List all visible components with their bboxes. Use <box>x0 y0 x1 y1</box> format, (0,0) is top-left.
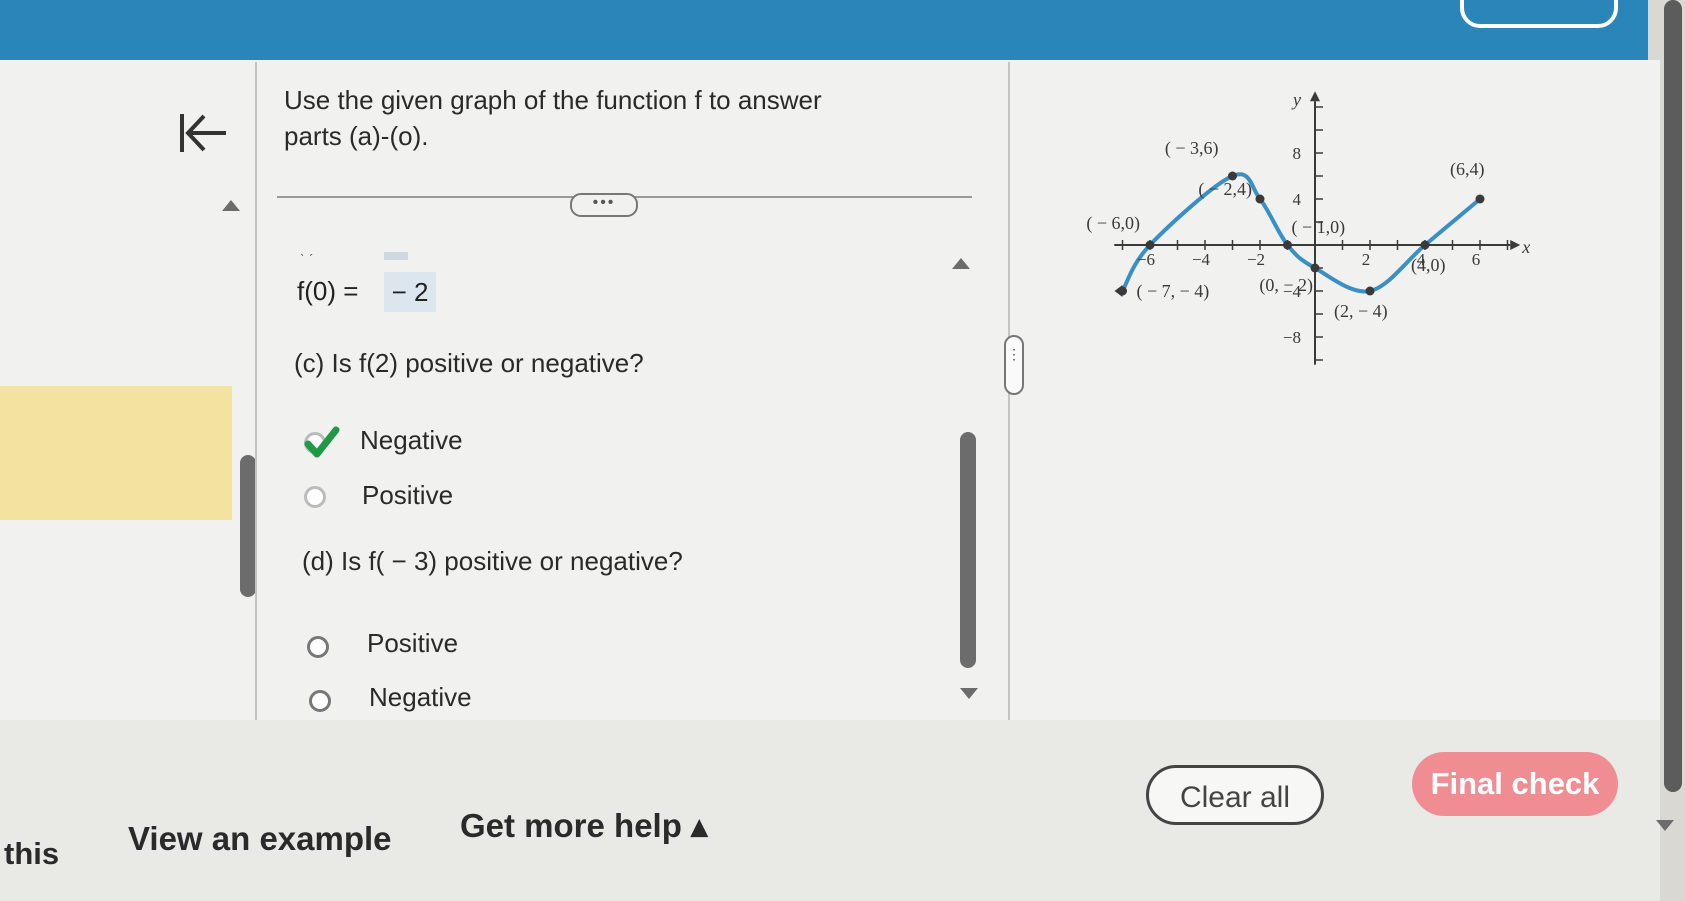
graph-point <box>1145 240 1155 250</box>
clear-all-button[interactable]: Clear all <box>1146 765 1324 825</box>
content-scrollbar[interactable] <box>960 432 976 668</box>
x-axis-arrow-icon <box>1510 240 1521 250</box>
graph-point <box>1475 194 1485 204</box>
graph-point <box>1420 240 1430 250</box>
radio-positive-d[interactable] <box>307 636 329 658</box>
option-negative-c[interactable]: Negative <box>360 425 463 456</box>
graph-point <box>1118 286 1127 296</box>
answer-field[interactable]: − 2 <box>384 272 436 312</box>
point-label: (4,0) <box>1411 255 1446 276</box>
option-positive-c[interactable]: Positive <box>362 480 453 511</box>
point-label: (2, − 4) <box>1334 301 1388 322</box>
top-bar <box>0 0 1648 60</box>
point-label: ( − 7, − 4) <box>1137 281 1210 302</box>
x-tick-label: −4 <box>1192 250 1211 269</box>
graph-point <box>1255 194 1265 204</box>
x-tick-label: −2 <box>1247 250 1265 269</box>
checkmark-icon <box>304 426 340 458</box>
more-button[interactable]: ••• <box>570 193 638 217</box>
prompt-text: Use the given graph of the function f to… <box>284 85 822 151</box>
point-label: ( − 2,4) <box>1198 179 1252 200</box>
page-scroll-down-icon[interactable] <box>1656 820 1674 831</box>
x-tick-label: 6 <box>1472 250 1481 269</box>
point-label: (0, − 2) <box>1259 275 1313 296</box>
this-link[interactable]: this <box>4 836 59 872</box>
y-axis-arrow-icon <box>1310 91 1320 102</box>
point-label: (6,4) <box>1450 159 1485 180</box>
graph-point <box>1310 263 1320 273</box>
point-label: ( − 1,0) <box>1292 217 1346 238</box>
page-scrollbar[interactable] <box>1664 0 1682 792</box>
view-example-link[interactable]: View an example <box>128 820 392 858</box>
left-scrollbar[interactable] <box>240 455 256 597</box>
question-d: (d) Is f( − 3) positive or negative? <box>302 546 683 576</box>
cropped-answer-fragment <box>384 252 408 260</box>
x-axis-label: x <box>1521 237 1530 257</box>
highlight-strip <box>0 386 232 520</box>
x-tick-label: −6 <box>1137 250 1155 269</box>
radio-negative-d[interactable] <box>309 690 331 712</box>
y-tick-label: 4 <box>1293 190 1302 209</box>
scroll-down-icon[interactable] <box>960 688 978 699</box>
collapse-left-icon[interactable] <box>178 110 230 156</box>
cropped-text-fragment: ˎ ˏ <box>300 240 314 256</box>
top-bar-button[interactable] <box>1460 0 1618 28</box>
y-tick-label: 8 <box>1293 144 1302 163</box>
graph-point <box>1365 286 1375 296</box>
point-label: ( − 6,0) <box>1086 213 1140 234</box>
y-tick-label: −8 <box>1283 328 1301 347</box>
option-negative-d[interactable]: Negative <box>369 682 472 713</box>
question-c: (c) Is f(2) positive or negative? <box>294 348 644 378</box>
radio-positive-c[interactable] <box>304 486 326 508</box>
answer-label: f(0) = <box>297 276 359 306</box>
graph-point <box>1283 240 1292 250</box>
final-check-button[interactable]: Final check <box>1412 752 1618 816</box>
point-label: ( − 3,6) <box>1165 138 1219 159</box>
x-tick-label: 2 <box>1362 250 1371 269</box>
get-more-help-link[interactable]: Get more help ▴ <box>460 806 708 845</box>
splitter-handle[interactable]: ⋮ <box>1004 335 1024 395</box>
function-graph: −6 −4 −2 2 4 684−4−8xy( − 7, − 4)( − 6,0)( − … <box>1086 89 1530 365</box>
scroll-up-icon[interactable] <box>222 200 240 211</box>
y-axis-label: y <box>1291 89 1301 109</box>
option-positive-d[interactable]: Positive <box>367 628 458 659</box>
scroll-up-icon[interactable] <box>952 258 970 269</box>
panel-border <box>255 62 257 722</box>
footer-bar <box>0 720 1660 901</box>
